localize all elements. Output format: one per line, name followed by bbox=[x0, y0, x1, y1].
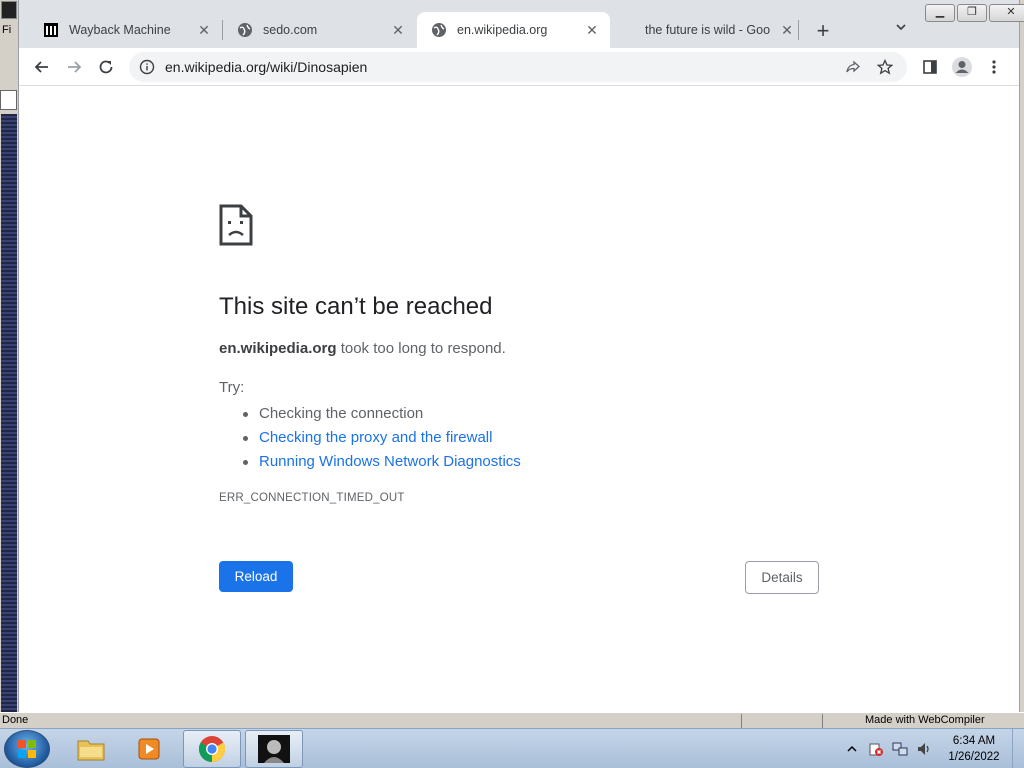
new-tab-button[interactable]: + bbox=[809, 18, 837, 46]
side-panel-button[interactable] bbox=[918, 55, 942, 79]
error-summary-text: took too long to respond. bbox=[336, 340, 506, 357]
clock[interactable]: 6:34 AM 1/26/2022 bbox=[944, 733, 1004, 765]
close-window-button[interactable]: ✕ bbox=[989, 4, 1024, 22]
taskbar-webcompiler-app[interactable] bbox=[245, 730, 303, 768]
clock-date: 1/26/2022 bbox=[948, 751, 1000, 763]
background-window-edge: Fi bbox=[0, 0, 18, 728]
suggestion-proxy-firewall-link[interactable]: Checking the proxy and the firewall bbox=[243, 426, 521, 450]
close-tab-icon[interactable]: ✕ bbox=[584, 22, 600, 38]
info-icon[interactable] bbox=[139, 59, 155, 75]
tab-strip: Wayback Machine ✕ sedo.com ✕ en.wikipedi… bbox=[19, 0, 1024, 48]
details-button[interactable]: Details bbox=[745, 561, 819, 594]
columns-icon bbox=[43, 22, 59, 38]
media-player-icon bbox=[138, 738, 160, 760]
globe-icon bbox=[237, 22, 253, 38]
status-panel-divider bbox=[741, 714, 742, 728]
url-text[interactable]: en.wikipedia.org/wiki/Dinosapien bbox=[165, 59, 837, 75]
back-button[interactable] bbox=[30, 55, 54, 79]
action-center-warning-icon[interactable] bbox=[864, 741, 888, 757]
share-icon[interactable] bbox=[837, 55, 869, 79]
refresh-icon bbox=[99, 60, 113, 74]
error-host: en.wikipedia.org bbox=[219, 340, 337, 357]
forward-button[interactable] bbox=[62, 55, 86, 79]
reload-toolbar-button[interactable] bbox=[94, 55, 118, 79]
error-code: ERR_CONNECTION_TIMED_OUT bbox=[219, 492, 405, 504]
show-desktop-button[interactable] bbox=[1012, 729, 1024, 768]
browser-window: Wayback Machine ✕ sedo.com ✕ en.wikipedi… bbox=[18, 0, 1024, 712]
maximize-button[interactable]: ❐ bbox=[957, 4, 987, 22]
browser-toolbar: en.wikipedia.org/wiki/Dinosapien bbox=[19, 48, 1019, 86]
status-panel-divider bbox=[822, 714, 823, 728]
close-tab-icon[interactable]: ✕ bbox=[390, 22, 406, 38]
tab-wikipedia[interactable]: en.wikipedia.org ✕ bbox=[417, 12, 610, 48]
error-page: This site can’t be reached en.wikipedia.… bbox=[19, 87, 1019, 712]
clock-time: 6:34 AM bbox=[952, 735, 996, 747]
taskbar-chrome[interactable] bbox=[183, 730, 241, 768]
volume-icon[interactable] bbox=[912, 741, 936, 757]
close-tab-icon[interactable]: ✕ bbox=[779, 22, 795, 38]
bookmark-star-icon[interactable] bbox=[869, 55, 901, 79]
try-label: Try: bbox=[219, 379, 245, 396]
tab-title: sedo.com bbox=[263, 23, 318, 37]
status-text: Done bbox=[2, 714, 29, 726]
sad-document-icon bbox=[219, 204, 253, 246]
arrow-left-icon bbox=[34, 61, 48, 73]
status-credit: Made with WebCompiler bbox=[865, 714, 985, 726]
globe-icon bbox=[431, 22, 447, 38]
close-tab-icon[interactable]: ✕ bbox=[196, 22, 212, 38]
window-caption-buttons: ▁ ❐ ✕ bbox=[923, 4, 1024, 24]
tab-title: Wayback Machine bbox=[69, 23, 171, 37]
tab-wayback-machine[interactable]: Wayback Machine ✕ bbox=[29, 12, 222, 48]
arrow-right-icon bbox=[68, 61, 82, 73]
status-bar: Done Made with WebCompiler bbox=[0, 712, 1024, 728]
start-button[interactable] bbox=[4, 730, 50, 768]
address-bar[interactable]: en.wikipedia.org/wiki/Dinosapien bbox=[129, 52, 907, 82]
tab-search-chevron-icon[interactable] bbox=[889, 20, 913, 44]
tab-title: the future is wild - Goo bbox=[645, 23, 771, 37]
app-icon bbox=[1, 1, 17, 19]
folder-icon bbox=[77, 740, 105, 761]
suggestion-list: Checking the connection Checking the pro… bbox=[243, 402, 521, 474]
taskbar-explorer[interactable] bbox=[62, 730, 120, 768]
minimize-button[interactable]: ▁ bbox=[925, 4, 955, 22]
more-vertical-icon bbox=[992, 60, 996, 74]
tab-title: en.wikipedia.org bbox=[457, 23, 548, 37]
app-portrait-icon bbox=[258, 735, 290, 763]
side-panel-icon bbox=[923, 60, 937, 74]
profile-button[interactable] bbox=[950, 55, 974, 79]
scrollbar[interactable] bbox=[1, 114, 17, 714]
taskbar-media-player[interactable] bbox=[120, 730, 178, 768]
menu-button[interactable] bbox=[982, 55, 1006, 79]
taskbar: 6:34 AM 1/26/2022 bbox=[0, 728, 1024, 768]
tab-sedo[interactable]: sedo.com ✕ bbox=[223, 12, 416, 48]
tab-the-future-is-wild[interactable]: the future is wild - Goo ✕ bbox=[617, 12, 805, 48]
show-hidden-icons-icon[interactable] bbox=[840, 741, 864, 757]
input-field-stub[interactable] bbox=[0, 90, 17, 110]
suggestion-network-diagnostics-link[interactable]: Running Windows Network Diagnostics bbox=[243, 450, 521, 474]
network-icon[interactable] bbox=[888, 741, 912, 757]
chrome-icon bbox=[198, 736, 226, 763]
tab-separator bbox=[798, 20, 799, 40]
avatar-icon bbox=[952, 57, 972, 77]
suggestion-check-connection: Checking the connection bbox=[243, 402, 521, 426]
error-summary: en.wikipedia.org took too long to respon… bbox=[219, 340, 506, 357]
reload-button[interactable]: Reload bbox=[219, 561, 293, 592]
system-tray: 6:34 AM 1/26/2022 bbox=[840, 729, 1020, 768]
windows-logo-icon bbox=[18, 740, 36, 758]
menu-item-stub[interactable]: Fi bbox=[2, 24, 11, 36]
error-title: This site can’t be reached bbox=[219, 293, 493, 320]
